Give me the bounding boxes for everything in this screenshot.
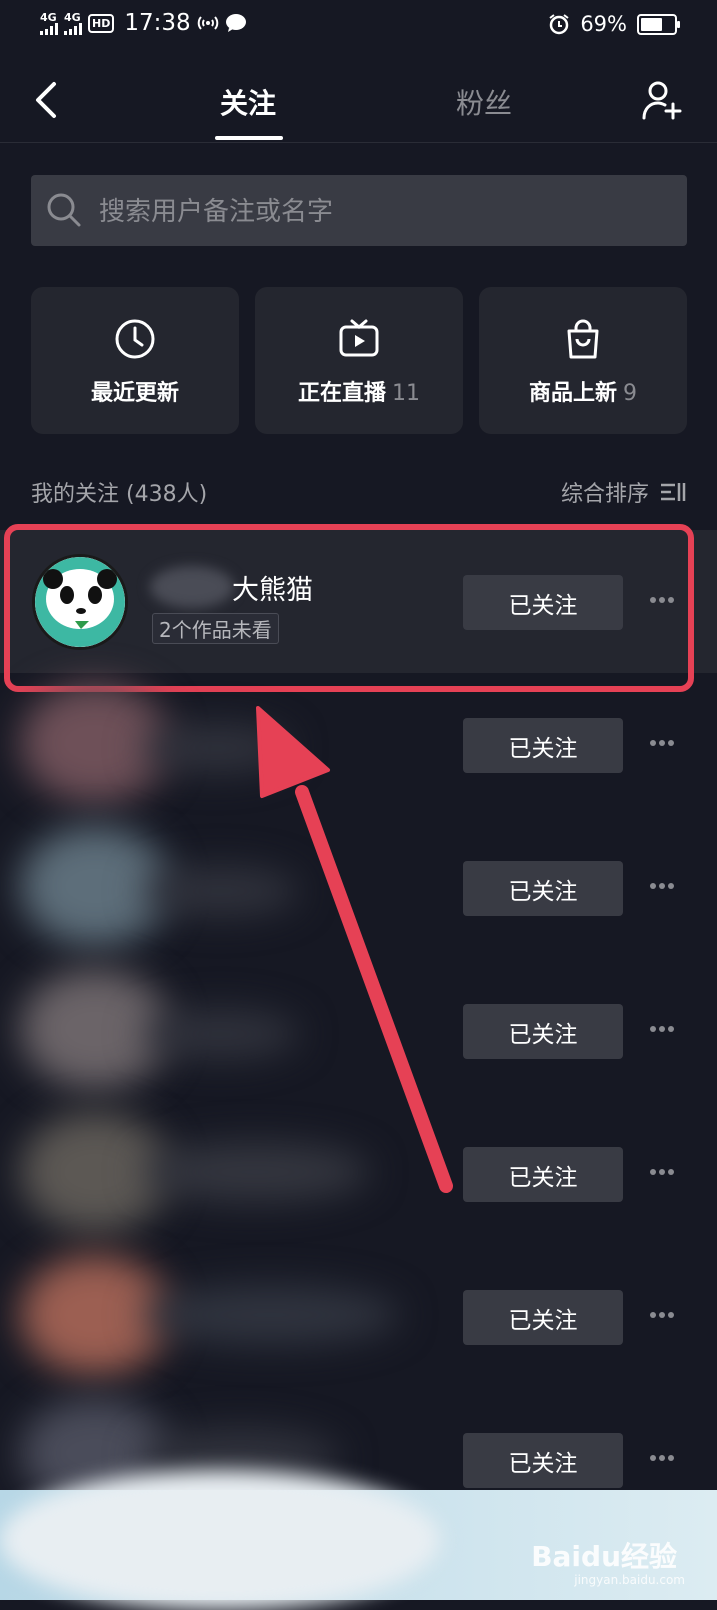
annotation-arrow [256,706,453,1193]
watermark-url: jingyan.baidu.com [574,1573,685,1587]
bottom-blur-patch [0,1470,440,1610]
watermark-logo: Baidu经验 [531,1540,677,1573]
